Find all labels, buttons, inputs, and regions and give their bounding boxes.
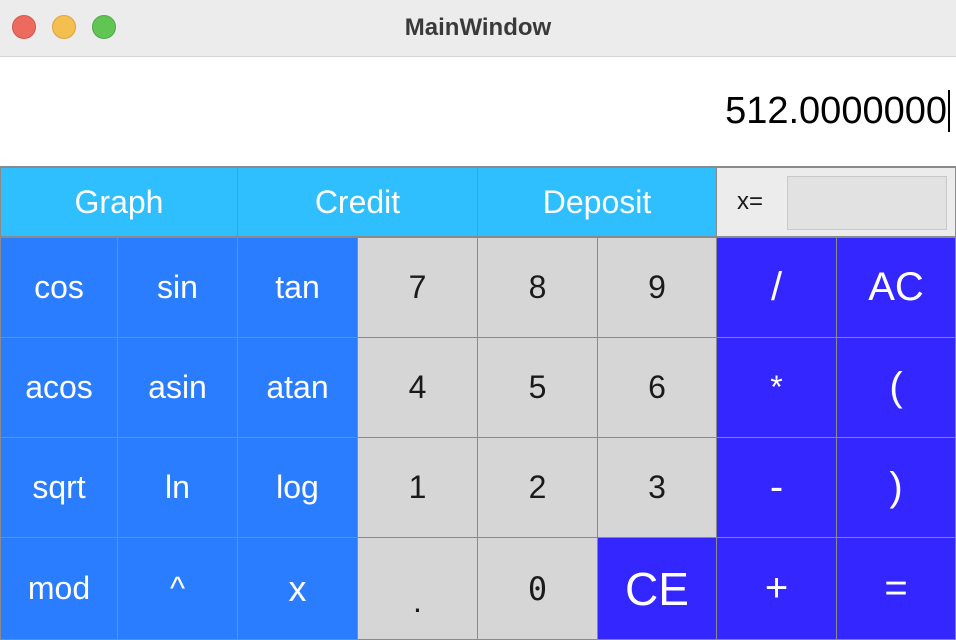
multiply-button[interactable]: * [716,337,837,438]
display-value: 512.0000000 [725,90,950,132]
equals-button[interactable]: = [836,537,956,640]
open-paren-button[interactable]: ( [836,337,956,438]
x-value-group: x= [716,167,956,237]
variable-x-button[interactable]: x [237,537,358,640]
acos-button[interactable]: acos [0,337,118,438]
all-clear-button[interactable]: AC [836,237,956,338]
divide-button[interactable]: / [716,237,837,338]
ln-button[interactable]: ln [117,437,238,538]
mod-button[interactable]: mod [0,537,118,640]
keypad: Graph Credit Deposit x= cos sin tan 7 8 … [0,167,956,640]
digit-2-button[interactable]: 2 [477,437,598,538]
graph-button[interactable]: Graph [0,167,238,237]
atan-button[interactable]: atan [237,337,358,438]
result-display[interactable]: 512.0000000 [0,57,956,167]
power-button[interactable]: ^ [117,537,238,640]
digit-5-button[interactable]: 5 [477,337,598,438]
digit-6-button[interactable]: 6 [597,337,717,438]
sin-button[interactable]: sin [117,237,238,338]
digit-9-button[interactable]: 9 [597,237,717,338]
deposit-button[interactable]: Deposit [477,167,717,237]
digit-1-button[interactable]: 1 [357,437,478,538]
credit-button[interactable]: Credit [237,167,478,237]
asin-button[interactable]: asin [117,337,238,438]
digit-7-button[interactable]: 7 [357,237,478,338]
close-paren-button[interactable]: ) [836,437,956,538]
sqrt-button[interactable]: sqrt [0,437,118,538]
clear-entry-button[interactable]: CE [597,537,717,640]
x-value-input[interactable] [787,176,947,230]
digit-3-button[interactable]: 3 [597,437,717,538]
minus-button[interactable]: - [716,437,837,538]
decimal-point-button[interactable]: . [357,537,478,640]
digit-4-button[interactable]: 4 [357,337,478,438]
digit-8-button[interactable]: 8 [477,237,598,338]
window-title: MainWindow [404,14,552,41]
plus-button[interactable]: + [716,537,837,640]
main-window: MainWindow 512.0000000 Graph Credit Depo… [0,0,956,640]
digit-0-button[interactable]: 0 [477,537,598,640]
tan-button[interactable]: tan [237,237,358,338]
title-bar: MainWindow [0,0,956,57]
cos-button[interactable]: cos [0,237,118,338]
x-value-label: x= [737,188,764,215]
log-button[interactable]: log [237,437,358,538]
